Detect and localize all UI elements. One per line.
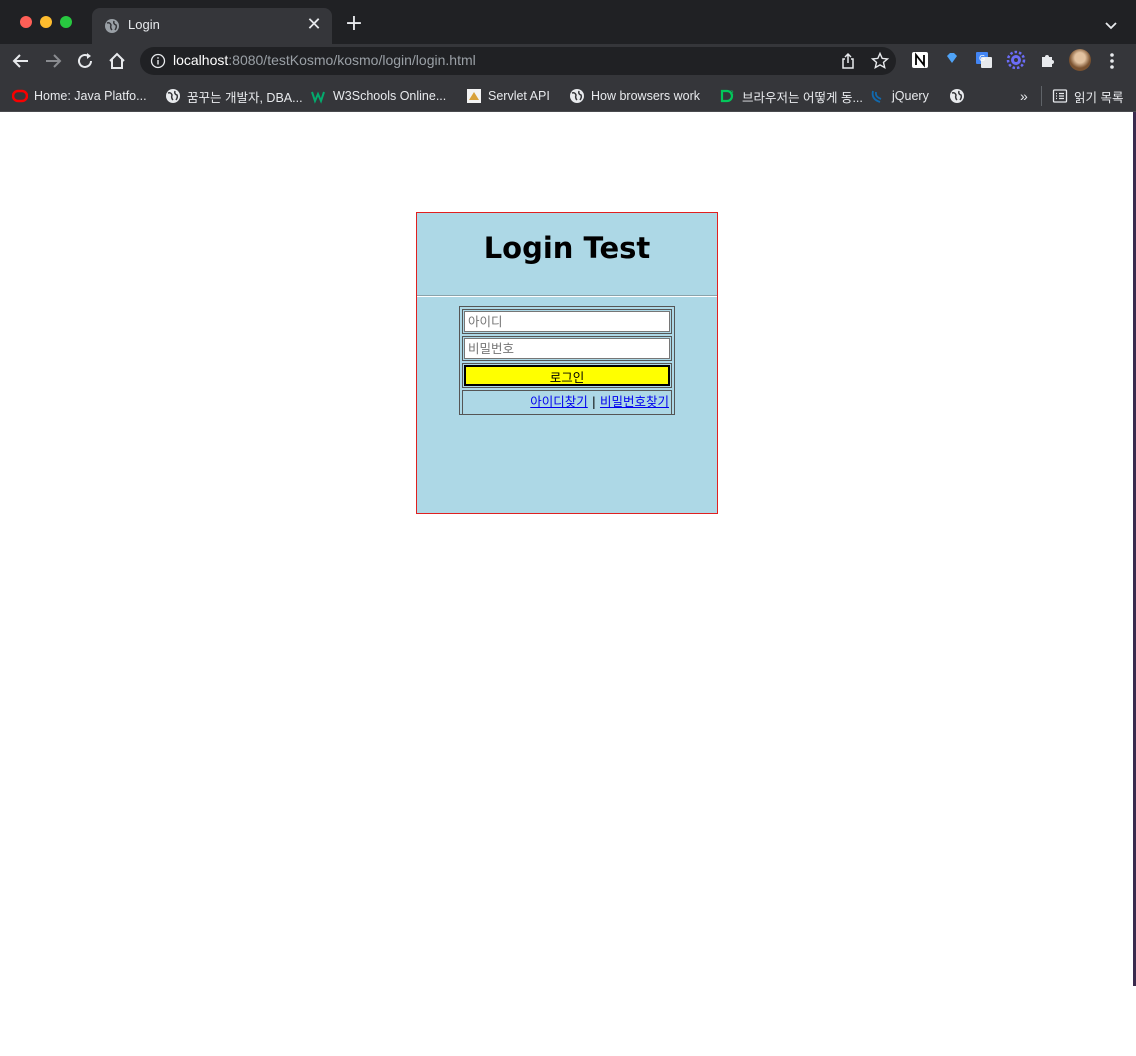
- w3schools-icon: [311, 91, 325, 104]
- toolbar-divider: [0, 111, 1136, 112]
- gem-icon[interactable]: [942, 50, 962, 70]
- profile-avatar[interactable]: [1069, 49, 1091, 71]
- info-icon[interactable]: [150, 53, 166, 69]
- chevron-down-icon[interactable]: [1100, 14, 1122, 36]
- home-icon[interactable]: [106, 50, 128, 72]
- password-cell: [462, 336, 672, 361]
- globe-icon: [950, 89, 964, 103]
- minimize-window-button[interactable]: [40, 16, 52, 28]
- links-cell: 아이디찾기 | 비밀번호찾기: [462, 390, 672, 415]
- globe-icon: [105, 19, 119, 33]
- gear-icon[interactable]: [1006, 50, 1026, 70]
- bookmark-item[interactable]: W3Schools Online...: [311, 84, 446, 108]
- id-input[interactable]: [464, 311, 670, 332]
- password-input[interactable]: [464, 338, 670, 359]
- browser-chrome: Login ✕ + localhost:8080/testKosmo/kosmo…: [0, 0, 1136, 112]
- globe-icon: [166, 89, 180, 103]
- tab-close-icon[interactable]: ✕: [304, 15, 324, 35]
- bookmark-star-icon[interactable]: [870, 51, 890, 71]
- reload-icon[interactable]: [74, 50, 96, 72]
- login-box: Login Test 로그인 아이디찾기| 비밀번호찾기: [416, 212, 718, 514]
- bookmark-item[interactable]: 꿈꾸는 개발자, DBA...: [165, 84, 303, 108]
- reading-list-button[interactable]: 읽기 목록: [1052, 84, 1123, 108]
- new-tab-button[interactable]: +: [342, 12, 366, 36]
- notion-icon[interactable]: [910, 50, 930, 70]
- login-button[interactable]: 로그인: [464, 365, 670, 386]
- svg-text:2: 2: [730, 90, 734, 97]
- link-separator: |: [591, 394, 596, 409]
- d2-icon: 2: [720, 89, 734, 103]
- extensions-puzzle-icon[interactable]: [1038, 50, 1058, 70]
- bookmark-item[interactable]: [949, 84, 971, 108]
- servlet-icon: [467, 89, 481, 103]
- reading-list-icon: [1052, 89, 1068, 103]
- tab-strip: Login ✕ +: [0, 0, 1136, 44]
- bookmark-item[interactable]: jQuery: [870, 84, 929, 108]
- translate-icon[interactable]: G: [974, 50, 994, 70]
- oracle-icon: [12, 89, 28, 103]
- forward-icon[interactable]: [42, 50, 64, 72]
- globe-icon: [570, 89, 584, 103]
- svg-text:G: G: [979, 54, 985, 63]
- id-cell: [462, 309, 672, 334]
- address-bar[interactable]: localhost:8080/testKosmo/kosmo/login/log…: [140, 47, 896, 75]
- bookmarks-divider: [1041, 86, 1042, 106]
- url-text[interactable]: localhost:8080/testKosmo/kosmo/login/log…: [173, 52, 476, 68]
- bookmark-item[interactable]: Servlet API: [466, 84, 550, 108]
- login-form: 로그인 아이디찾기| 비밀번호찾기: [459, 306, 675, 415]
- share-icon[interactable]: [838, 51, 858, 71]
- jquery-icon: [871, 90, 882, 103]
- close-window-button[interactable]: [20, 16, 32, 28]
- maximize-window-button[interactable]: [60, 16, 72, 28]
- find-id-link[interactable]: 아이디찾기: [530, 394, 588, 409]
- bookmark-item[interactable]: How browsers work: [569, 84, 700, 108]
- more-menu-icon[interactable]: [1104, 50, 1120, 72]
- tab-login[interactable]: Login ✕: [92, 8, 332, 44]
- page-title: Login Test: [483, 231, 651, 265]
- bookmark-item[interactable]: Home: Java Platfo...: [12, 84, 147, 108]
- back-icon[interactable]: [10, 50, 32, 72]
- button-cell: 로그인: [462, 363, 672, 388]
- find-password-link[interactable]: 비밀번호찾기: [600, 394, 669, 409]
- bookmark-item[interactable]: 2 브라우저는 어떻게 동...: [720, 84, 863, 108]
- bookmarks-overflow-button[interactable]: »: [1020, 84, 1028, 108]
- divider: [417, 295, 717, 297]
- tab-title: Login: [128, 17, 160, 32]
- bookmarks-bar: Home: Java Platfo... 꿈꾸는 개발자, DBA... W3S…: [0, 80, 1136, 112]
